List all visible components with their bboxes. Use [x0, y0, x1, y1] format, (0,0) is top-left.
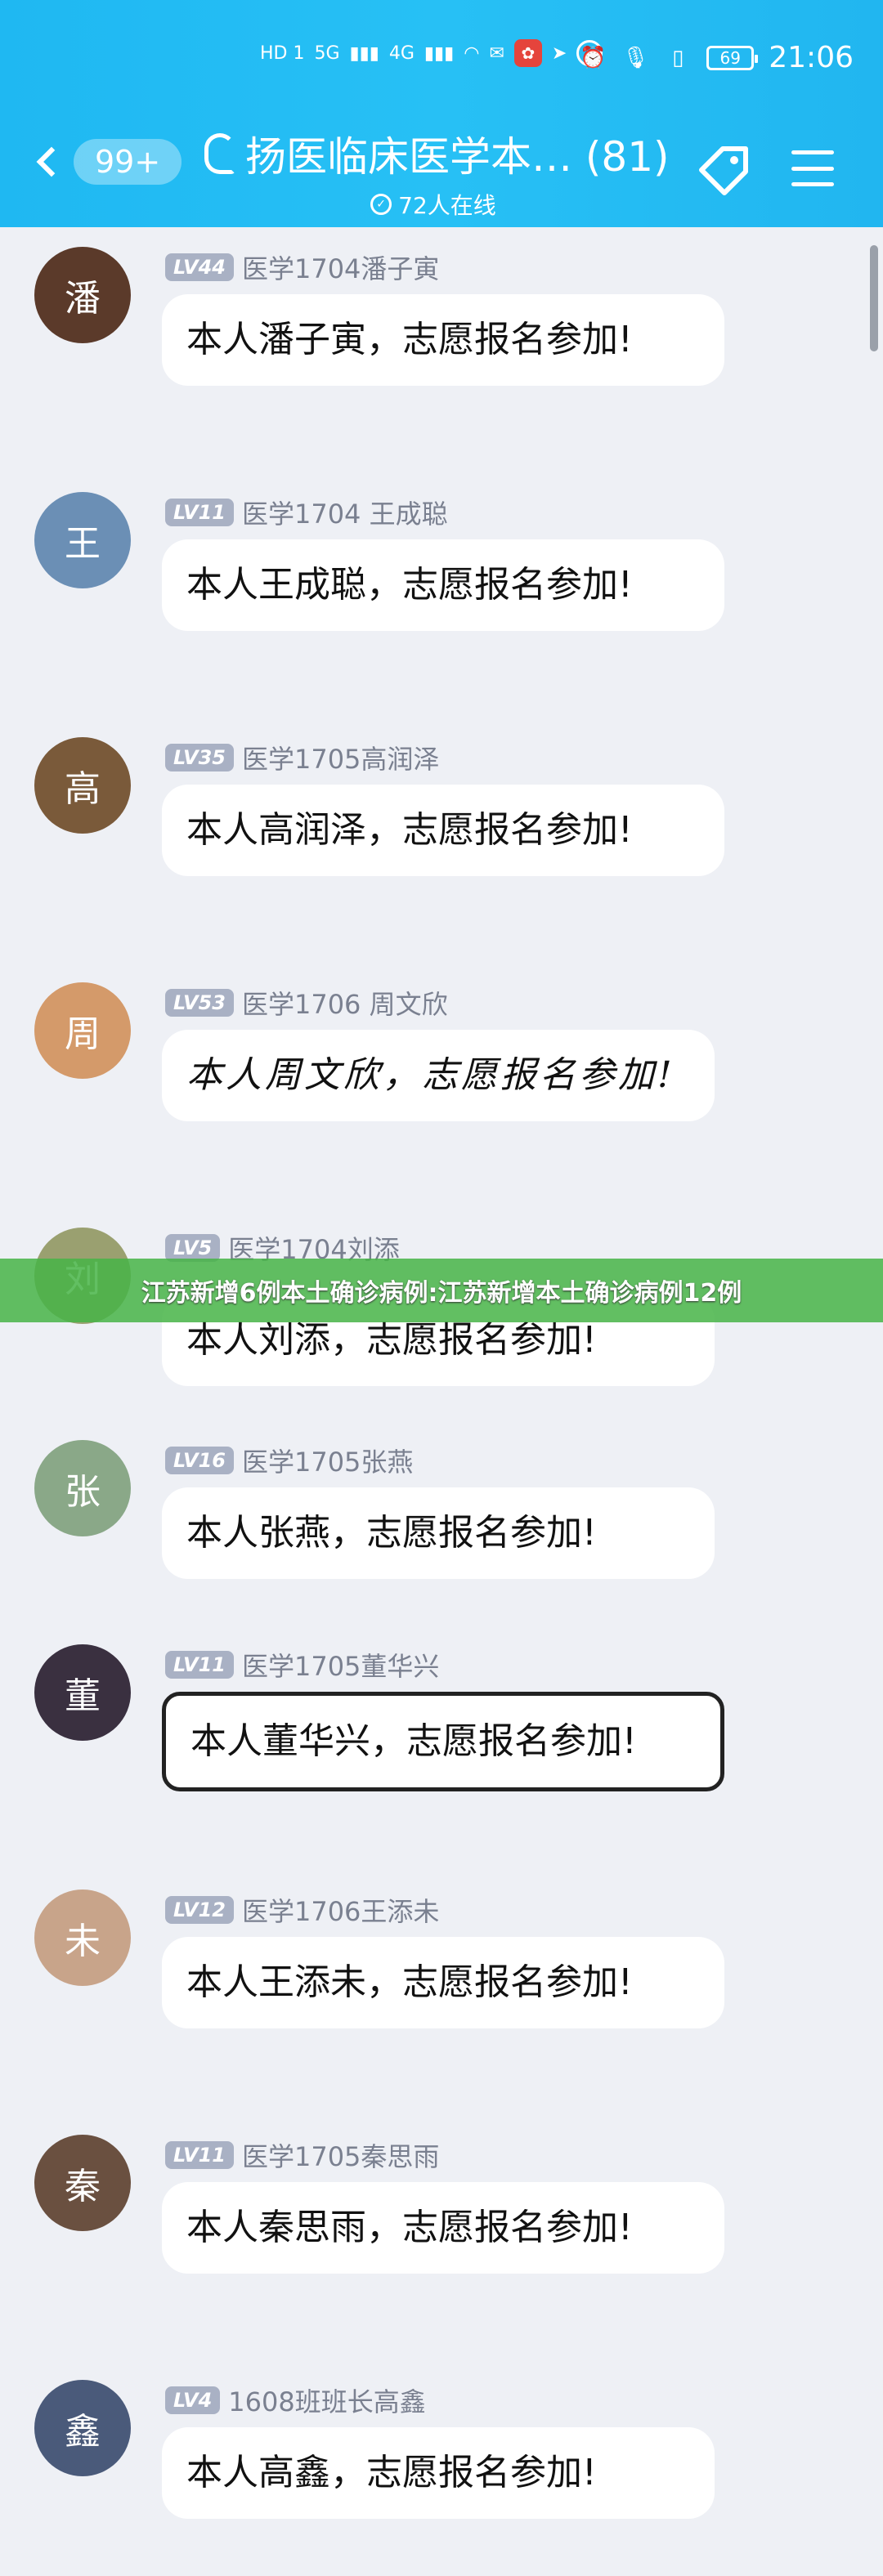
message-bubble[interactable]: 本人王成聪，志愿报名参加! [162, 539, 724, 631]
avatar[interactable]: 潘 [34, 247, 131, 343]
4g-label: 4G [388, 42, 415, 64]
back-button[interactable]: 99+ [33, 139, 182, 185]
avatar[interactable]: 周 [34, 982, 131, 1079]
sender-name[interactable]: 医学1705秦思雨 [242, 2136, 439, 2174]
message-bubble[interactable]: 本人秦思雨，志愿报名参加! [162, 2182, 724, 2274]
app-notification-icon: ✿ [513, 39, 542, 67]
header-bar: HD 1 5G ▮▮▮ 4G ▮▮▮ ◠ ✉ ✿ ➤ ⏰ 🎙 ▯ 69 21:0… [0, 0, 883, 227]
status-bar: HD 1 5G ▮▮▮ 4G ▮▮▮ ◠ ✉ ✿ ➤ ⏰ 🎙 ▯ 69 21:0… [0, 33, 883, 98]
battery-icon: 69 [706, 45, 759, 70]
scrollbar[interactable] [870, 245, 878, 351]
avatar[interactable]: 张 [34, 1440, 131, 1536]
avatar[interactable]: 鑫 [34, 2380, 131, 2476]
message-bubble[interactable]: 本人周文欣，志愿报名参加! [162, 1030, 715, 1121]
online-status: ✓ 72人在线 [204, 188, 662, 221]
level-badge: LV53 [165, 989, 234, 1017]
level-badge: LV12 [165, 1896, 234, 1924]
sender-name[interactable]: 医学1705高润泽 [242, 739, 439, 776]
tag-icon[interactable] [695, 142, 752, 199]
level-badge: LV4 [165, 2386, 221, 2414]
unread-count-badge: 99+ [74, 139, 182, 185]
wifi-icon: ◠ [464, 42, 480, 64]
hd1-label: HD 1 [260, 42, 305, 64]
menu-icon[interactable] [791, 150, 834, 186]
5g-label: 5G [314, 42, 340, 64]
signal-icon: ▮▮▮ [349, 42, 379, 64]
level-badge: LV11 [165, 2141, 234, 2169]
sender-name[interactable]: 1608班班长高鑫 [228, 2381, 425, 2419]
avatar[interactable]: 高 [34, 737, 131, 834]
news-banner[interactable]: 江苏新增6例本土确诊病例:江苏新增本土确诊病例12例 [0, 1259, 883, 1322]
sender-name[interactable]: 医学1704潘子寅 [242, 248, 439, 286]
send-icon: ➤ [551, 42, 567, 64]
sender-name[interactable]: 医学1706王添未 [242, 1891, 439, 1929]
chat-title: 扬医临床医学本… (81) [245, 133, 670, 181]
message-bubble[interactable]: 本人张燕，志愿报名参加! [162, 1487, 715, 1579]
message-bubble[interactable]: 本人高润泽，志愿报名参加! [162, 785, 724, 876]
level-badge: LV16 [165, 1447, 234, 1474]
level-badge: LV5 [165, 1234, 221, 1262]
level-badge: LV11 [165, 1651, 234, 1679]
clock: 21:06 [769, 41, 854, 74]
message-bubble[interactable]: 本人高鑫，志愿报名参加! [162, 2427, 715, 2519]
message-bubble[interactable]: 本人王添未，志愿报名参加! [162, 1937, 724, 2028]
chat-nav: 99+ 扬医临床医学本… (81) ✓ 72人在线 [0, 121, 883, 219]
check-circle-icon: ✓ [370, 194, 392, 215]
avatar[interactable]: 王 [34, 492, 131, 588]
status-right: ⏰ 🎙 ▯ 69 21:06 [579, 41, 854, 74]
level-badge: LV35 [165, 744, 234, 771]
alarm-icon: ⏰ [580, 45, 607, 70]
message-bubble[interactable]: 本人潘子寅，志愿报名参加! [162, 294, 724, 386]
chat-title-block[interactable]: 扬医临床医学本… (81) ✓ 72人在线 [204, 124, 695, 221]
wechat-icon: ✉ [489, 42, 504, 64]
signal-indicators: HD 1 5G ▮▮▮ 4G ▮▮▮ ◠ ✉ ✿ ➤ [260, 39, 603, 67]
level-badge: LV11 [165, 499, 234, 526]
sender-name[interactable]: 医学1706 周文欣 [242, 984, 448, 1022]
ear-icon [204, 133, 235, 174]
sender-name[interactable]: 医学1705董华兴 [242, 1646, 439, 1684]
sender-name[interactable]: 医学1705张燕 [242, 1442, 413, 1479]
signal-icon-2: ▮▮▮ [424, 42, 455, 64]
avatar[interactable]: 秦 [34, 2135, 131, 2231]
message-bubble[interactable]: 本人董华兴，志愿报名参加! [162, 1692, 724, 1791]
avatar[interactable]: 董 [34, 1644, 131, 1741]
microphone-icon: 🎙 [621, 45, 649, 70]
avatar[interactable]: 未 [34, 1890, 131, 1986]
online-count: 72人在线 [398, 192, 496, 219]
sender-name[interactable]: 医学1704 王成聪 [242, 494, 448, 531]
level-badge: LV44 [165, 253, 234, 281]
vibrate-icon: ▯ [672, 45, 684, 70]
chevron-left-icon [36, 146, 67, 177]
